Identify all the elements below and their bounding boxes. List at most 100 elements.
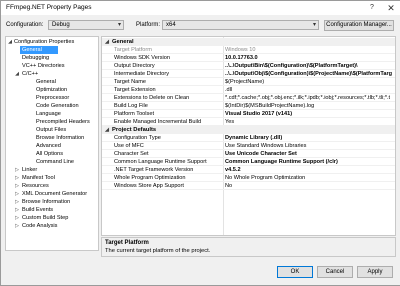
configuration-dropdown[interactable]: Debug ▾ — [48, 20, 124, 30]
category-project-defaults[interactable]: ◢ Project Defaults — [102, 126, 395, 134]
property-row[interactable]: Target Platform Windows 10 — [102, 46, 395, 54]
cancel-button[interactable]: Cancel — [317, 266, 353, 278]
property-row[interactable]: Extensions to Delete on Clean *.cdf;*.ca… — [102, 94, 395, 102]
tree-item-cpp-optimization[interactable]: Optimization — [36, 86, 67, 94]
property-pages-window: FFmpeg.NET Property Pages ? ✕ Configurat… — [0, 0, 400, 286]
tree-item-configuration-properties[interactable]: Configuration Properties — [14, 38, 74, 46]
expand-icon[interactable]: ▷ — [14, 191, 20, 197]
property-row[interactable]: Windows SDK Version 10.0.17763.0 — [102, 54, 395, 62]
property-value: Windows 10 — [225, 47, 256, 53]
tree-item-build-events[interactable]: Build Events — [22, 206, 53, 214]
tree-item-cpp-code-generation[interactable]: Code Generation — [36, 102, 79, 110]
property-value: .dll — [225, 87, 233, 93]
collapse-icon[interactable]: ◢ — [14, 71, 20, 77]
tree-item-cpp-advanced[interactable]: Advanced — [36, 142, 61, 150]
property-name: Windows SDK Version — [114, 55, 170, 61]
property-row[interactable]: Target Name $(ProjectName) — [102, 78, 395, 86]
property-row[interactable]: Target Extension .dll — [102, 86, 395, 94]
property-name: Platform Toolset — [114, 111, 155, 117]
tree-item-linker[interactable]: Linker — [22, 166, 37, 174]
property-name: .NET Target Framework Version — [114, 167, 194, 173]
tree-item-resources[interactable]: Resources — [22, 182, 49, 190]
expand-icon[interactable]: ▷ — [14, 183, 20, 189]
tree-item-manifest-tool[interactable]: Manifest Tool — [22, 174, 55, 182]
property-name: Whole Program Optimization — [114, 175, 186, 181]
expand-icon[interactable]: ▷ — [14, 215, 20, 221]
chevron-down-icon: ▾ — [117, 22, 121, 28]
collapse-icon[interactable]: ◢ — [104, 38, 110, 46]
tree-item-c-cpp[interactable]: C/C++ — [22, 70, 38, 78]
tree-item-cpp-precompiled-headers[interactable]: Precompiled Headers — [36, 118, 90, 126]
property-value: No — [225, 183, 233, 189]
tree-item-cpp-command-line[interactable]: Command Line — [36, 158, 74, 166]
collapse-icon[interactable]: ◢ — [104, 126, 110, 134]
ok-button[interactable]: OK — [277, 266, 313, 278]
tree-item-browse-information[interactable]: Browse Information — [22, 198, 70, 206]
expand-icon[interactable]: ▷ — [14, 175, 20, 181]
property-value: $(IntDir)$(MSBuildProjectName).log — [225, 103, 315, 109]
property-row[interactable]: Enable Managed Incremental Build Yes — [102, 118, 395, 126]
configuration-label: Configuration: — [6, 22, 44, 28]
property-grid[interactable]: ◢ General Target Platform Windows 10 Win… — [101, 36, 396, 236]
platform-label: Platform: — [136, 22, 161, 28]
property-row[interactable]: Intermediate Directory ..\..\Output\Obj\… — [102, 70, 395, 78]
tree-item-cpp-language[interactable]: Language — [36, 110, 61, 118]
description-text: The current target platform of the proje… — [105, 248, 211, 254]
expand-icon[interactable]: ▷ — [14, 199, 20, 205]
configuration-value: Debug — [52, 22, 70, 28]
category-general[interactable]: ◢ General — [102, 38, 395, 46]
chevron-down-icon: ▾ — [312, 22, 316, 28]
property-row[interactable]: Whole Program Optimization No Whole Prog… — [102, 174, 395, 182]
property-row[interactable]: Output Directory ..\..\Output\Bin\$(Conf… — [102, 62, 395, 70]
property-name: Extensions to Delete on Clean — [114, 95, 190, 101]
tree-item-general[interactable]: General — [20, 46, 58, 54]
property-row[interactable]: Platform Toolset Visual Studio 2017 (v14… — [102, 110, 395, 118]
tree-item-cpp-general[interactable]: General — [36, 78, 56, 86]
expand-icon[interactable]: ▷ — [14, 207, 20, 213]
title-bar: FFmpeg.NET Property Pages ? ✕ — [1, 1, 400, 15]
platform-dropdown[interactable]: x64 ▾ — [162, 20, 319, 30]
property-row[interactable]: Build Log File $(IntDir)$(MSBuildProject… — [102, 102, 395, 110]
close-icon[interactable]: ✕ — [382, 1, 400, 15]
tree-item-vc-directories[interactable]: VC++ Directories — [22, 62, 65, 70]
property-row[interactable]: Common Language Runtime Support Common L… — [102, 158, 395, 166]
property-row[interactable]: Character Set Use Unicode Character Set — [102, 150, 395, 158]
property-name: Target Extension — [114, 87, 156, 93]
property-name: Intermediate Directory — [114, 71, 170, 77]
property-value: No Whole Program Optimization — [225, 175, 306, 181]
property-name: Common Language Runtime Support — [114, 159, 207, 165]
property-value: Use Standard Windows Libraries — [225, 143, 307, 149]
tree-item-code-analysis[interactable]: Code Analysis — [22, 222, 57, 230]
tree-item-cpp-browse-information[interactable]: Browse Information — [36, 134, 84, 142]
property-name: Target Platform — [114, 47, 152, 53]
expand-icon[interactable]: ▷ — [14, 223, 20, 229]
property-value: 10.0.17763.0 — [225, 55, 258, 61]
help-icon[interactable]: ? — [363, 1, 381, 15]
property-value: Use Unicode Character Set — [225, 151, 297, 157]
property-tree[interactable]: ◢ Configuration Properties General Debug… — [5, 36, 99, 251]
property-row[interactable]: Windows Store App Support No — [102, 182, 395, 190]
description-panel: Target Platform The current target platf… — [101, 237, 396, 257]
tree-item-custom-build-step[interactable]: Custom Build Step — [22, 214, 68, 222]
expand-icon[interactable]: ▷ — [14, 167, 20, 173]
collapse-icon[interactable]: ◢ — [7, 39, 13, 45]
property-row[interactable]: Use of MFC Use Standard Windows Librarie… — [102, 142, 395, 150]
category-title: General — [112, 39, 134, 45]
tree-item-debugging[interactable]: Debugging — [22, 54, 49, 62]
description-title: Target Platform — [105, 240, 149, 246]
property-value: Dynamic Library (.dll) — [225, 135, 283, 141]
property-name: Windows Store App Support — [114, 183, 184, 189]
tree-item-xml-document-generator[interactable]: XML Document Generator — [22, 190, 87, 198]
apply-button[interactable]: Apply — [357, 266, 393, 278]
tree-item-cpp-all-options[interactable]: All Options — [36, 150, 63, 158]
property-value: ..\..\Output\Obj\$(Configuration)\$(Proj… — [225, 71, 393, 77]
tree-item-cpp-preprocessor[interactable]: Preprocessor — [36, 94, 69, 102]
platform-value: x64 — [166, 22, 176, 28]
property-row[interactable]: .NET Target Framework Version v4.5.2 — [102, 166, 395, 174]
property-name: Output Directory — [114, 63, 155, 69]
property-name: Configuration Type — [114, 135, 161, 141]
property-value: Common Language Runtime Support (/clr) — [225, 159, 338, 165]
tree-item-cpp-output-files[interactable]: Output Files — [36, 126, 66, 134]
property-row[interactable]: Configuration Type Dynamic Library (.dll… — [102, 134, 395, 142]
configuration-manager-button[interactable]: Configuration Manager... — [324, 20, 394, 31]
